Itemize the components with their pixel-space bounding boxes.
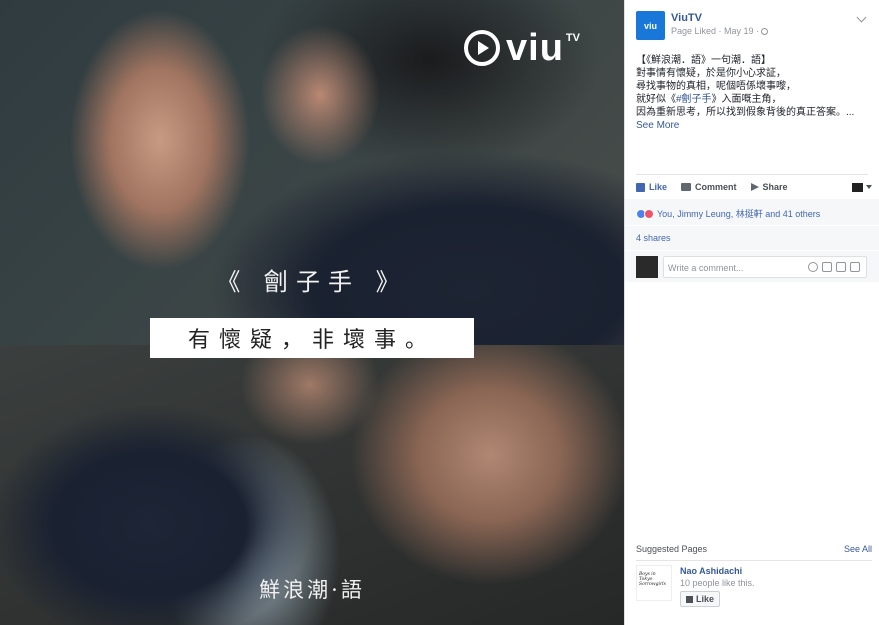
thumbs-up-icon — [636, 182, 645, 192]
logo-text: viu — [506, 27, 564, 69]
reactions-text[interactable]: You, Jimmy Leung, 林挺軒 and 41 others — [657, 207, 820, 220]
photo-caption-series: 鮮浪潮·語 — [259, 578, 365, 602]
gif-icon[interactable] — [836, 262, 846, 272]
globe-icon — [761, 28, 769, 35]
viutv-logo: viu TV — [464, 28, 580, 68]
comment-placeholder: Write a comment... — [668, 263, 744, 273]
post-line-4: 就好似《#劊子手》入面嘅主角， — [636, 93, 872, 106]
love-reaction-icon — [644, 208, 654, 219]
page-avatar[interactable]: viu — [636, 11, 665, 40]
page-name-link[interactable]: ViuTV — [671, 11, 768, 25]
play-icon — [464, 30, 500, 66]
comment-input[interactable]: Write a comment... — [663, 256, 867, 278]
post-line-4-suffix: 》入面嘅主角， — [711, 94, 782, 105]
post-side-panel: viu ViuTV Page Liked · May 19 · 【《鮮浪潮．語》… — [624, 0, 879, 625]
post-meta: ViuTV Page Liked · May 19 · — [671, 11, 769, 40]
like-button[interactable]: Like — [636, 182, 667, 192]
shares-count-link[interactable]: 4 shares — [636, 233, 671, 243]
see-more-link[interactable]: See More — [636, 119, 872, 132]
post-subtitle: Page Liked · May 19 · — [671, 25, 769, 38]
suggested-title: Suggested Pages — [636, 544, 708, 554]
post-as-selector[interactable] — [852, 182, 872, 192]
post-actions-bar: Like Comment Share — [636, 179, 872, 195]
caret-down-icon — [866, 185, 872, 189]
reactions-row: You, Jimmy Leung, 林挺軒 and 41 others — [636, 207, 820, 220]
comment-composer: Write a comment... — [625, 251, 879, 282]
commenter-avatar — [636, 256, 658, 278]
avatar-text: viu — [643, 20, 657, 31]
sticker-icon[interactable] — [850, 262, 860, 272]
suggested-page-item: Boys in Tokyo Sorrowgirls Nao Ashidachi … — [636, 565, 872, 608]
suggested-divider — [636, 560, 872, 561]
post-photo[interactable]: viu TV 《 劊子手 》 有懷疑，非壞事。 鮮浪潮·語 — [0, 0, 624, 625]
camera-icon[interactable] — [822, 262, 832, 272]
photo-banner: 有懷疑，非壞事。 — [150, 318, 474, 358]
emoji-icon[interactable] — [808, 262, 818, 272]
suggested-like-label: Like — [696, 594, 715, 604]
see-all-link[interactable]: See All — [844, 544, 872, 554]
comment-label: Comment — [695, 182, 737, 192]
suggested-page-name[interactable]: Nao Ashidachi — [680, 565, 755, 577]
thumbs-up-icon — [686, 595, 693, 603]
post-subtitle-text: Page Liked · May 19 · — [671, 26, 760, 36]
post-line-3: 尋找事物的真相，呢個唔係壞事嚟， — [636, 81, 796, 92]
suggested-thumb-text: Boys in Tokyo Sorrowgirls — [639, 572, 666, 587]
comment-icon — [681, 183, 692, 191]
like-label: Like — [649, 182, 668, 192]
post-line-5: 因為重新思考，所以找到假象背後的真正答案。... — [636, 107, 855, 118]
divider — [636, 174, 868, 175]
post-options-chevron-icon[interactable] — [856, 12, 867, 23]
suggested-like-button[interactable]: Like — [680, 591, 721, 607]
user-avatar — [852, 182, 863, 192]
comment-button[interactable]: Comment — [681, 182, 737, 192]
shares-row: 4 shares — [625, 226, 879, 250]
post-header: viu ViuTV Page Liked · May 19 · — [636, 11, 769, 40]
post-text: 【《鮮浪潮．語》一句潮．語】 對事情有懷疑，於是你小心求証， 尋找事物的真相，呢… — [636, 54, 872, 132]
post-line-2: 對事情有懷疑，於是你小心求証， — [636, 68, 786, 79]
share-icon — [750, 183, 759, 191]
share-button[interactable]: Share — [750, 182, 788, 192]
photo-caption-title: 《 劊子手 》 — [216, 268, 408, 296]
post-line-1: 【《鮮浪潮．語》一句潮．語】 — [636, 55, 771, 66]
logo-tv: TV — [565, 32, 580, 44]
hashtag-link[interactable]: #劊子手 — [676, 94, 712, 105]
post-line-4-prefix: 就好似《 — [636, 94, 676, 105]
suggested-header: Suggested Pages See All — [636, 544, 872, 554]
share-label: Share — [762, 182, 788, 192]
suggested-pages: Suggested Pages See All Boys in Tokyo So… — [636, 544, 872, 608]
suggested-page-thumbnail[interactable]: Boys in Tokyo Sorrowgirls — [636, 565, 672, 601]
reactions-summary[interactable]: You, Jimmy Leung, 林挺軒 and 41 others — [625, 199, 879, 225]
suggested-page-info: Nao Ashidachi 10 people like this. Like — [680, 565, 755, 608]
comment-tools — [808, 262, 860, 272]
suggested-page-count: 10 people like this. — [680, 578, 755, 588]
